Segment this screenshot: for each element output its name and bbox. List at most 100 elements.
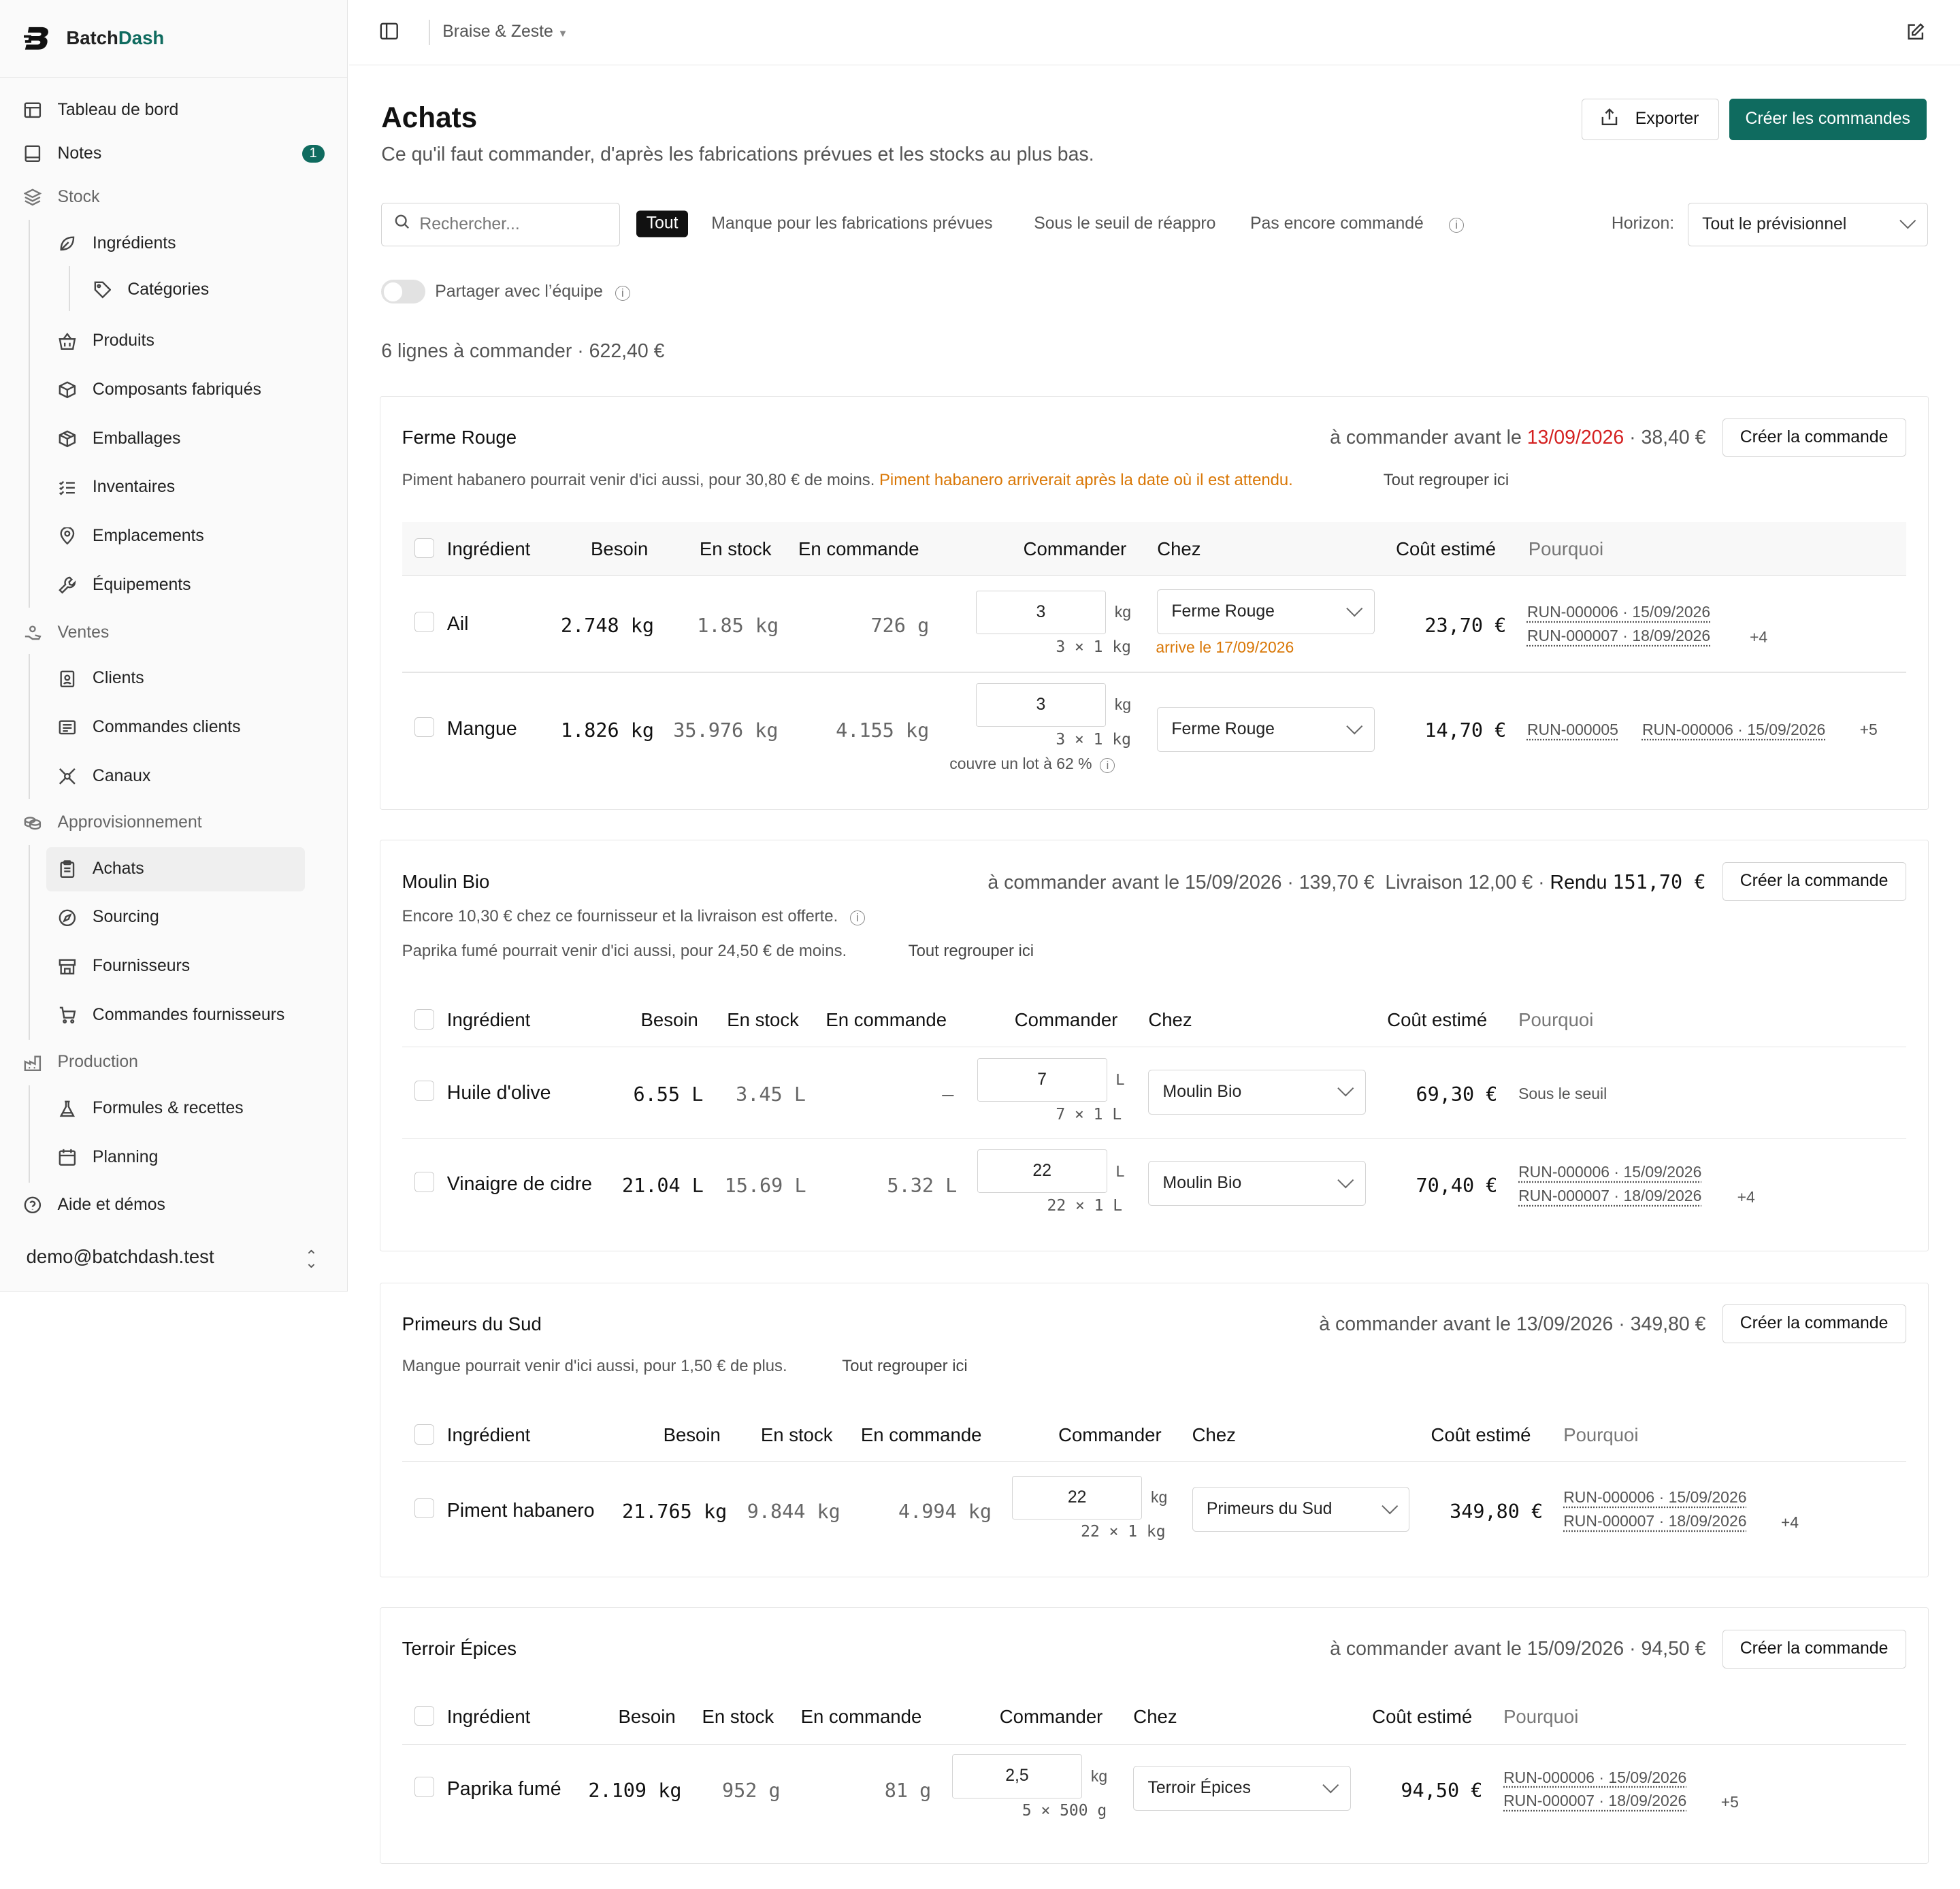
ingredient-name[interactable]: Vinaigre de cidre bbox=[447, 1173, 592, 1196]
ingredient-name[interactable]: Huile d'olive bbox=[447, 1082, 551, 1104]
group-here-link[interactable]: Tout regrouper ici bbox=[909, 942, 1034, 961]
supplier-select[interactable]: Moulin Bio bbox=[1148, 1160, 1366, 1206]
sidebar-item-dashboard[interactable]: Tableau de bord bbox=[22, 88, 178, 131]
sidebar-item-supplier-orders[interactable]: Commandes fournisseurs bbox=[58, 993, 284, 1036]
ordered-value: 5.32 L bbox=[887, 1174, 958, 1197]
create-order-button[interactable]: Créer la commande bbox=[1722, 1304, 1906, 1343]
sidebar-item-categories[interactable]: Catégories bbox=[93, 269, 209, 311]
sidebar-item-inventories[interactable]: Inventaires bbox=[58, 466, 175, 508]
export-button[interactable]: Exporter bbox=[1581, 99, 1719, 140]
quantity-input[interactable]: 2,5 bbox=[951, 1754, 1082, 1798]
create-order-button[interactable]: Créer la commande bbox=[1722, 418, 1906, 457]
col-cost: Coût estimé bbox=[1431, 1424, 1531, 1446]
horizon-select[interactable]: Tout le prévisionnel bbox=[1687, 202, 1928, 246]
run-link[interactable]: RUN-000007 · 18/09/2026 bbox=[1563, 1512, 1746, 1530]
ingredient-name[interactable]: Paprika fumé bbox=[447, 1778, 561, 1801]
select-all-checkbox[interactable] bbox=[414, 1009, 435, 1030]
info-icon[interactable]: i bbox=[849, 910, 865, 925]
run-link[interactable]: RUN-000005 bbox=[1527, 721, 1618, 739]
filter-below-reorder[interactable]: Sous le seuil de réappro bbox=[1034, 214, 1215, 233]
quantity-input[interactable]: 3 bbox=[975, 591, 1106, 635]
row-checkbox[interactable] bbox=[414, 1777, 435, 1797]
stock-value: 3.45 L bbox=[736, 1083, 806, 1106]
select-all-checkbox[interactable] bbox=[414, 538, 435, 559]
sidebar-item-notes[interactable]: Notes bbox=[22, 133, 101, 175]
supplier-select[interactable]: Ferme Rouge bbox=[1157, 589, 1375, 635]
run-link[interactable]: RUN-000006 · 15/09/2026 bbox=[1503, 1769, 1686, 1787]
filter-all[interactable]: Tout bbox=[636, 210, 689, 237]
row-checkbox[interactable] bbox=[414, 1081, 435, 1101]
more-runs[interactable]: +5 bbox=[1860, 721, 1878, 739]
col-ingredient: Ingrédient bbox=[446, 1705, 531, 1727]
basket-icon bbox=[58, 331, 78, 351]
select-all-checkbox[interactable] bbox=[414, 1424, 435, 1445]
sidebar-section-production[interactable]: Production bbox=[22, 1041, 138, 1083]
create-orders-button[interactable]: Créer les commandes bbox=[1729, 99, 1927, 140]
select-all-checkbox[interactable] bbox=[414, 1705, 435, 1726]
workspace-switcher[interactable]: Braise & Zeste ▼ bbox=[442, 22, 568, 42]
supplier-select[interactable]: Primeurs du Sud bbox=[1192, 1487, 1410, 1532]
share-toggle[interactable] bbox=[381, 280, 425, 304]
create-order-button[interactable]: Créer la commande bbox=[1722, 861, 1906, 901]
sidebar-item-channels[interactable]: Canaux bbox=[58, 755, 150, 798]
run-link[interactable]: RUN-000007 · 18/09/2026 bbox=[1527, 627, 1710, 645]
filter-not-ordered[interactable]: Pas encore commandé bbox=[1250, 214, 1424, 233]
run-link[interactable]: RUN-000006 · 15/09/2026 bbox=[1642, 721, 1825, 739]
create-order-button[interactable]: Créer la commande bbox=[1722, 1629, 1906, 1669]
row-checkbox[interactable] bbox=[414, 717, 435, 737]
info-icon[interactable]: i bbox=[1449, 214, 1465, 233]
row-checkbox[interactable] bbox=[414, 1172, 435, 1192]
quantity-input[interactable]: 22 bbox=[977, 1149, 1107, 1194]
more-runs[interactable]: +5 bbox=[1721, 1793, 1739, 1811]
run-link[interactable]: RUN-000006 · 15/09/2026 bbox=[1563, 1488, 1746, 1507]
quantity-input[interactable]: 3 bbox=[975, 683, 1106, 727]
sidebar-item-clients[interactable]: Clients bbox=[58, 657, 144, 700]
quantity-input[interactable]: 22 bbox=[1012, 1475, 1143, 1520]
quantity-input[interactable]: 7 bbox=[977, 1058, 1107, 1102]
sidebar-item-purchases[interactable]: Achats bbox=[58, 847, 144, 889]
ingredient-name[interactable]: Ail bbox=[447, 613, 469, 636]
run-link[interactable]: RUN-000007 · 18/09/2026 bbox=[1503, 1792, 1686, 1810]
sidebar-item-ingredients[interactable]: Ingrédients bbox=[58, 223, 176, 265]
sidebar-item-help[interactable]: Aide et démos bbox=[22, 1184, 165, 1226]
ingredient-name[interactable]: Piment habanero bbox=[447, 1500, 595, 1522]
sidebar-item-sourcing[interactable]: Sourcing bbox=[58, 896, 159, 938]
user-email[interactable]: demo@batchdash.test bbox=[27, 1246, 214, 1268]
chevrons-up-down-icon[interactable]: ⌃ ⌄ bbox=[305, 1247, 317, 1283]
run-link[interactable]: RUN-000007 · 18/09/2026 bbox=[1518, 1187, 1701, 1205]
info-icon[interactable]: i bbox=[1100, 757, 1115, 773]
sidebar-toggle-icon[interactable] bbox=[380, 22, 399, 46]
sidebar-item-locations[interactable]: Emplacements bbox=[58, 515, 204, 557]
sidebar-item-products[interactable]: Produits bbox=[58, 320, 154, 362]
sidebar-item-components[interactable]: Composants fabriqués bbox=[58, 369, 261, 411]
brand[interactable]: BatchDash bbox=[0, 0, 347, 78]
run-link[interactable]: RUN-000006 · 15/09/2026 bbox=[1518, 1163, 1701, 1181]
group-here-link[interactable]: Tout regrouper ici bbox=[1384, 471, 1509, 490]
edit-icon[interactable] bbox=[1906, 22, 1925, 47]
sidebar-item-packaging[interactable]: Emballages bbox=[58, 418, 180, 460]
more-runs[interactable]: +4 bbox=[1781, 1513, 1799, 1532]
sidebar-section-stock[interactable]: Stock bbox=[22, 176, 99, 218]
sidebar-section-supply[interactable]: Approvisionnement bbox=[22, 802, 202, 844]
info-icon[interactable]: i bbox=[615, 286, 630, 301]
sidebar-label: Production bbox=[57, 1053, 138, 1072]
ingredient-name[interactable]: Mangue bbox=[447, 718, 517, 740]
sidebar-item-client-orders[interactable]: Commandes clients bbox=[58, 706, 241, 749]
sidebar-item-equipment[interactable]: Équipements bbox=[58, 563, 191, 606]
sidebar-item-recipes[interactable]: Formules & recettes bbox=[58, 1087, 244, 1130]
run-link[interactable]: RUN-000006 · 15/09/2026 bbox=[1527, 603, 1710, 621]
row-checkbox[interactable] bbox=[414, 612, 435, 632]
supplier-select[interactable]: Terroir Épices bbox=[1133, 1765, 1351, 1811]
supplier-select[interactable]: Moulin Bio bbox=[1148, 1069, 1366, 1115]
sidebar-section-sales[interactable]: Ventes bbox=[22, 611, 109, 653]
sidebar-item-planning[interactable]: Planning bbox=[58, 1136, 158, 1179]
more-runs[interactable]: +4 bbox=[1750, 628, 1767, 646]
sidebar-item-suppliers[interactable]: Fournisseurs bbox=[58, 945, 190, 987]
filter-missing-for-runs[interactable]: Manque pour les fabrications prévues bbox=[711, 214, 992, 233]
search-input[interactable]: Rechercher... bbox=[381, 202, 621, 246]
group-here-link[interactable]: Tout regrouper ici bbox=[842, 1357, 967, 1376]
row-checkbox[interactable] bbox=[414, 1498, 435, 1519]
col-why: Pourquoi bbox=[1518, 1009, 1594, 1031]
more-runs[interactable]: +4 bbox=[1737, 1188, 1755, 1206]
supplier-select[interactable]: Ferme Rouge bbox=[1157, 706, 1375, 752]
